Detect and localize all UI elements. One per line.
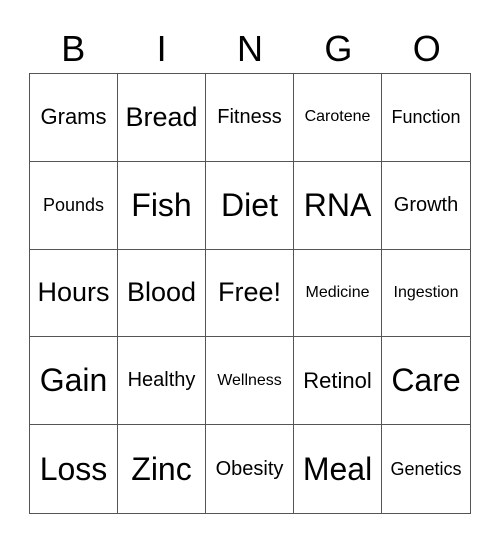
bingo-cell[interactable]: Bread (118, 74, 206, 162)
bingo-grid: Grams Bread Fitness Carotene Function Pounds F… (29, 73, 471, 514)
bingo-cell[interactable]: Zinc (118, 425, 206, 513)
bingo-cell[interactable]: Carotene (294, 74, 382, 162)
header-letter-i: I (156, 28, 167, 69)
bingo-cell[interactable]: Function (382, 74, 470, 162)
bingo-cell[interactable]: Diet (206, 161, 294, 250)
bingo-cell[interactable]: Healthy (118, 337, 206, 426)
header-letter-n: N (236, 28, 263, 69)
bingo-cell[interactable]: Obesity (206, 425, 294, 513)
bingo-cell[interactable]: Care (382, 337, 470, 426)
bingo-header: B I N G O (29, 26, 471, 72)
bingo-cell[interactable]: Medicine (294, 249, 382, 338)
bingo-cell[interactable]: Wellness (206, 337, 294, 426)
free-space-cell[interactable]: Free! (206, 249, 294, 338)
bingo-cell[interactable]: Gain (30, 337, 118, 426)
bingo-cell[interactable]: Fitness (206, 74, 294, 162)
bingo-cell[interactable]: Blood (118, 249, 206, 338)
bingo-cell[interactable]: Pounds (30, 161, 118, 250)
header-letter-g: G (324, 28, 353, 69)
bingo-cell[interactable]: Hours (30, 249, 118, 338)
bingo-cell[interactable]: Ingestion (382, 250, 470, 338)
bingo-cell[interactable]: Fish (118, 161, 206, 250)
header-letter-b: B (61, 28, 86, 69)
bingo-cell[interactable]: RNA (294, 161, 382, 250)
header-letter-o: O (412, 28, 441, 69)
bingo-cell[interactable]: Genetics (382, 425, 470, 513)
bingo-cell[interactable]: Grams (30, 74, 118, 162)
bingo-cell[interactable]: Growth (382, 162, 470, 250)
bingo-cell[interactable]: Retinol (294, 337, 382, 426)
bingo-cell[interactable]: Loss (30, 425, 118, 513)
bingo-cell[interactable]: Meal (294, 425, 382, 513)
